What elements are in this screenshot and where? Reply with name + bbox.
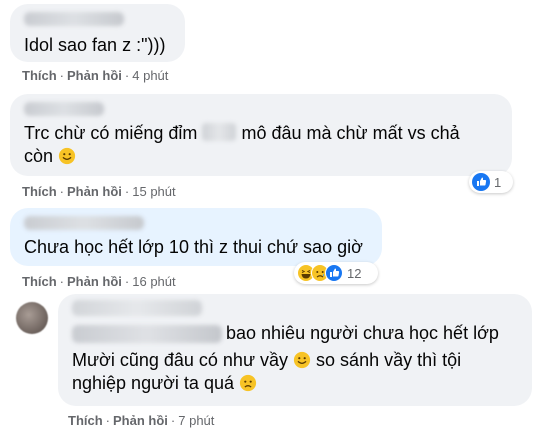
comment-bubble: Chưa học hết lớp 10 thì z thui chứ sao g… (10, 208, 382, 266)
separator-dot: · (59, 274, 65, 289)
smile-emoji-icon (58, 147, 76, 165)
comment-actions: Thích · Phản hồi · 4 phút (22, 68, 168, 83)
separator-dot: · (124, 274, 130, 289)
separator-dot: · (59, 184, 65, 199)
comment-text-part: Mười cũng đâu có như vầy (72, 350, 289, 370)
sad-emoji-icon (239, 374, 257, 392)
like-icon (472, 173, 490, 191)
comment-text: Trc chừ có miếng đỉm mô đâu mà chừ mất v… (24, 122, 498, 168)
separator-dot: · (105, 413, 111, 428)
separator-dot: · (59, 68, 65, 83)
commenter-name-blurred[interactable] (24, 216, 144, 230)
like-link[interactable]: Thích (22, 68, 57, 83)
comment-text: Idol sao fan z :"))) (24, 35, 166, 55)
tagged-name-blurred[interactable] (72, 324, 222, 343)
comment-text-part: so sánh vầy thì tội (316, 350, 462, 370)
like-link[interactable]: Thích (68, 413, 103, 428)
commenter-name-blurred[interactable] (24, 12, 124, 26)
comment-bubble: bao nhiêu người chưa học hết lớp Mười cũ… (58, 294, 532, 406)
commenter-name-blurred[interactable] (24, 102, 104, 116)
timestamp[interactable]: 7 phút (178, 413, 214, 428)
reaction-summary[interactable]: 12 (294, 262, 378, 284)
timestamp[interactable]: 4 phút (132, 68, 168, 83)
like-link[interactable]: Thích (22, 184, 57, 199)
comment-text-part: mô đâu mà chừ mất vs chả (241, 123, 460, 143)
reply-link[interactable]: Phản hồi (67, 68, 122, 83)
comment-text-part: Trc chừ có miếng đỉm (24, 123, 198, 143)
comment-actions: Thích · Phản hồi · 15 phút (22, 184, 176, 199)
reaction-count: 12 (347, 265, 362, 281)
commenter-name-blurred[interactable] (72, 300, 202, 316)
like-icon (325, 264, 343, 282)
reply-link[interactable]: Phản hồi (113, 413, 168, 428)
reaction-summary[interactable]: 1 (469, 171, 513, 193)
reaction-count: 1 (494, 174, 502, 190)
comment-text-part: bao nhiêu người chưa học hết lớp (226, 323, 499, 343)
like-link[interactable]: Thích (22, 274, 57, 289)
comment-bubble: Trc chừ có miếng đỉm mô đâu mà chừ mất v… (10, 94, 512, 176)
censored-word (202, 123, 237, 141)
separator-dot: · (124, 68, 130, 83)
comment-text-part: còn (24, 146, 54, 166)
comment-actions: Thích · Phản hồi · 7 phút (68, 413, 214, 428)
avatar[interactable] (16, 302, 48, 334)
comment-text: Chưa học hết lớp 10 thì z thui chứ sao g… (24, 237, 363, 257)
reply-link[interactable]: Phản hồi (67, 184, 122, 199)
timestamp[interactable]: 15 phút (132, 184, 175, 199)
comment-text: Mười cũng đâu có như vầy so sánh vầy thì… (72, 349, 518, 395)
comment-actions: Thích · Phản hồi · 16 phút (22, 274, 176, 289)
comment-first-line: bao nhiêu người chưa học hết lớp (72, 322, 518, 345)
comment-text-part: nghiệp người ta quá (72, 373, 234, 393)
smile-emoji-icon (293, 351, 311, 369)
separator-dot: · (124, 184, 130, 199)
separator-dot: · (170, 413, 176, 428)
comment-bubble: Idol sao fan z :"))) (10, 4, 185, 62)
reply-link[interactable]: Phản hồi (67, 274, 122, 289)
timestamp[interactable]: 16 phút (132, 274, 175, 289)
